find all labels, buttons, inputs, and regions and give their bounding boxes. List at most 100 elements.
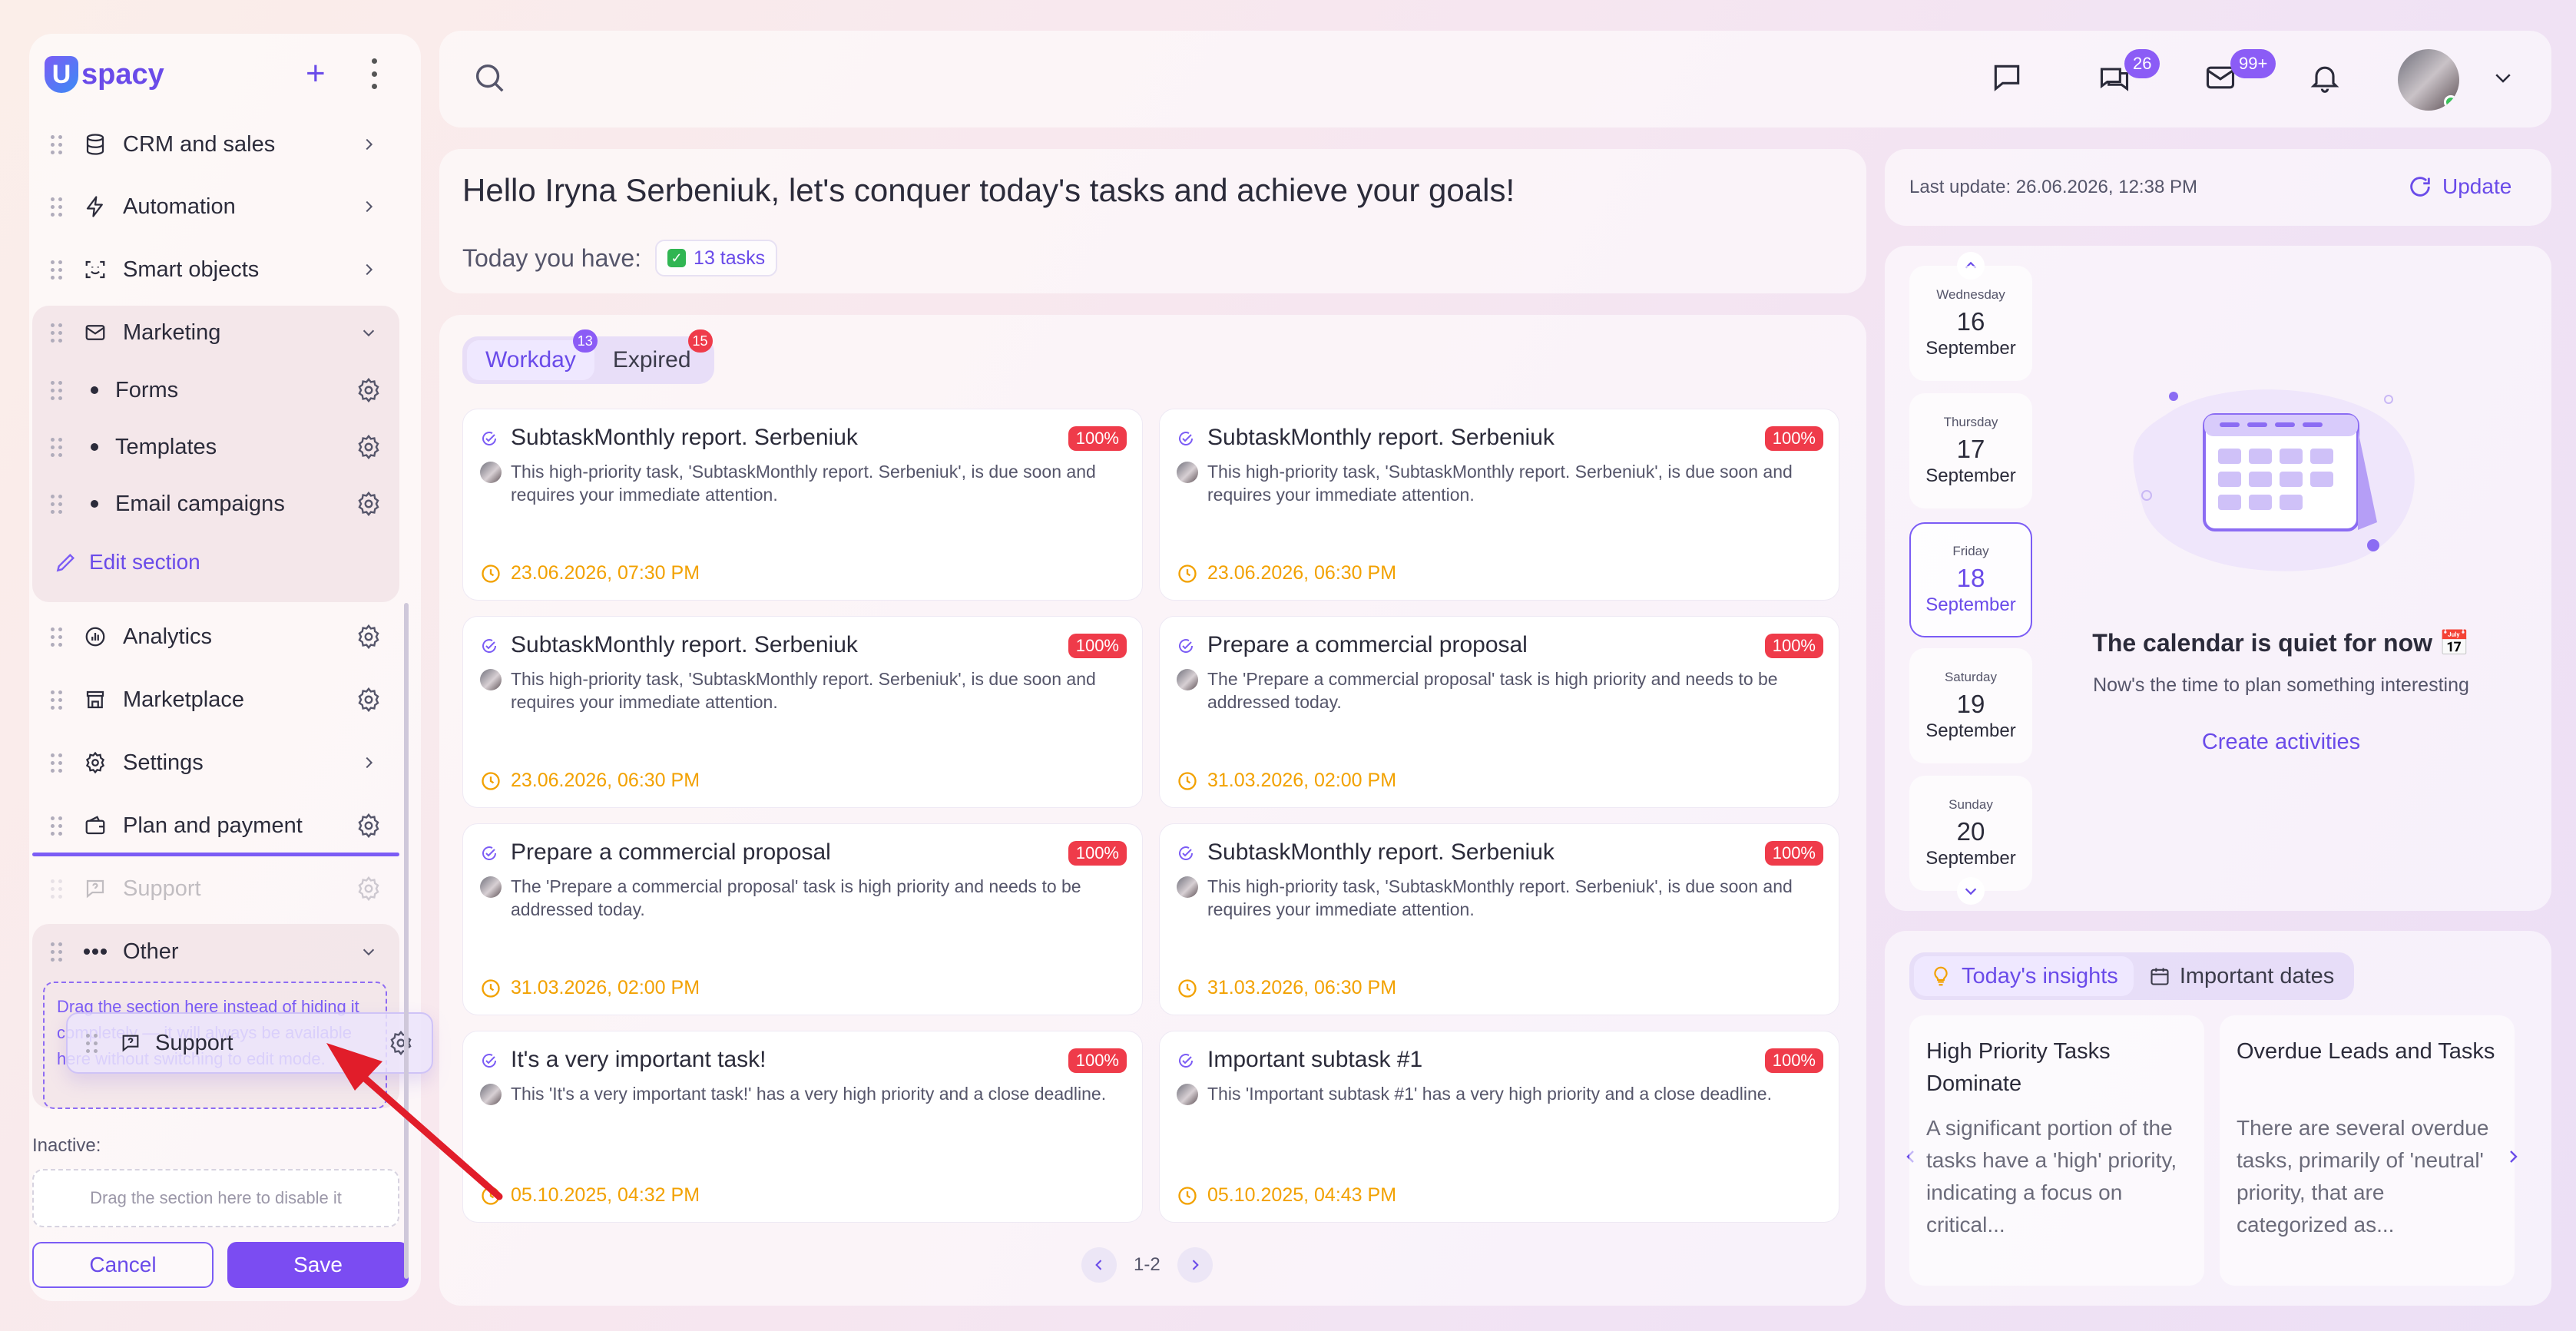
drag-handle-icon[interactable] (51, 753, 62, 773)
task-card[interactable]: It's a very important task! 100% This 'It'… (462, 1031, 1143, 1223)
gear-icon[interactable] (353, 377, 384, 403)
store-icon (81, 686, 109, 714)
pencil-icon (56, 553, 75, 572)
day-number: 19 (1956, 690, 1985, 718)
task-card[interactable]: SubtaskMonthly report. Serbeniuk 100% This… (462, 409, 1143, 601)
drag-handle-icon[interactable] (51, 197, 62, 217)
chevron-down-icon[interactable] (353, 324, 384, 341)
sidebar-scrollbar[interactable] (404, 603, 409, 1279)
gear-icon[interactable] (353, 687, 384, 713)
task-deadline-text: 23.06.2026, 06:30 PM (511, 770, 700, 791)
task-status-icon (480, 844, 498, 866)
tab-label: Expired (612, 347, 691, 372)
logo[interactable]: U spacy (45, 55, 164, 94)
save-button[interactable]: Save (227, 1242, 409, 1288)
calendar-empty-title: The calendar is quiet for now 📅 (2092, 629, 2470, 657)
create-activities-link[interactable]: Create activities (2028, 730, 2535, 755)
task-card[interactable]: SubtaskMonthly report. Serbeniuk 100% This… (1159, 823, 1839, 1015)
sidebar-item-label: Settings (123, 750, 204, 775)
drag-handle-icon[interactable] (51, 494, 62, 514)
sidebar-item-templates[interactable]: Templates (32, 416, 399, 478)
add-section-button[interactable]: + (306, 57, 326, 91)
calendar-day[interactable]: Thursday 17 September (1909, 393, 2032, 508)
chevron-right-icon[interactable] (353, 754, 384, 771)
inactive-dropzone[interactable]: Drag the section here to disable it (32, 1169, 399, 1227)
drag-handle-icon[interactable] (51, 380, 62, 400)
drag-handle-icon[interactable] (51, 323, 62, 343)
task-card[interactable]: Prepare a commercial proposal 100% The 'Pr… (1159, 616, 1839, 808)
task-description: This 'Important subtask #1' has a very h… (1207, 1084, 1772, 1104)
task-card[interactable]: Prepare a commercial proposal 100% The 'Pr… (462, 823, 1143, 1015)
chevron-down-icon[interactable] (1957, 877, 1985, 905)
gear-icon[interactable] (353, 491, 384, 517)
tab-important-dates[interactable]: Important dates (2134, 956, 2350, 996)
search-icon[interactable] (472, 60, 507, 99)
sidebar-item-other[interactable]: Other (32, 921, 399, 982)
lightning-icon (81, 193, 109, 220)
drag-handle-icon[interactable] (51, 942, 62, 962)
edit-section-link[interactable]: Edit section (54, 550, 200, 574)
next-page-button[interactable] (1177, 1247, 1213, 1283)
task-description: The 'Prepare a commercial proposal' task… (511, 876, 1081, 919)
prev-page-button[interactable] (1081, 1247, 1117, 1283)
gear-icon[interactable] (353, 434, 384, 460)
sidebar-item-email-campaigns[interactable]: Email campaigns (32, 473, 399, 535)
sidebar-item-analytics[interactable]: Analytics (32, 606, 399, 667)
task-title: Prepare a commercial proposal (511, 839, 831, 865)
cancel-button[interactable]: Cancel (32, 1242, 214, 1288)
sidebar-item-plan-and-payment[interactable]: Plan and payment (32, 795, 399, 856)
sidebar-item-automation[interactable]: Automation (32, 176, 399, 237)
bell-icon[interactable] (2306, 58, 2344, 97)
chevron-down-icon[interactable] (353, 943, 384, 960)
update-button[interactable]: Update (2407, 174, 2511, 200)
chevron-right-icon[interactable] (2498, 1141, 2528, 1172)
chevron-right-icon[interactable] (353, 261, 384, 278)
drag-handle-icon[interactable] (51, 816, 62, 836)
tab-expired[interactable]: Expired 15 (594, 329, 713, 380)
gear-icon[interactable] (386, 1030, 416, 1056)
help-chat-icon (81, 875, 109, 902)
tasks-count-chip[interactable]: ✓ 13 tasks (655, 240, 778, 276)
task-card[interactable]: SubtaskMonthly report. Serbeniuk 100% This… (1159, 409, 1839, 601)
task-title: It's a very important task! (511, 1047, 767, 1072)
more-options-icon[interactable] (369, 58, 379, 89)
gear-icon[interactable] (353, 813, 384, 839)
gear-icon[interactable] (353, 624, 384, 650)
chat-icon[interactable] (1988, 58, 2026, 97)
tab-badge: 15 (687, 329, 713, 353)
insight-card[interactable]: Overdue Leads and Tasks There are severa… (2220, 1015, 2515, 1286)
sidebar-item-marketing[interactable]: Marketing (32, 302, 399, 363)
scan-face-icon (81, 256, 109, 283)
task-card[interactable]: Important subtask #1 100% This 'Important … (1159, 1031, 1839, 1223)
task-progress-badge: 100% (1068, 634, 1127, 658)
task-progress-badge: 100% (1764, 1048, 1823, 1073)
calendar-day-selected[interactable]: Friday 18 September (1909, 522, 2032, 637)
sidebar-item-smart-objects[interactable]: Smart objects (32, 239, 399, 300)
calendar-day[interactable]: Wednesday 16 September (1909, 266, 2032, 381)
tab-workday[interactable]: Workday 13 (467, 329, 598, 380)
chevron-down-icon[interactable] (2492, 66, 2515, 93)
sidebar-item-crm[interactable]: CRM and sales (32, 114, 399, 175)
sidebar-item-forms[interactable]: Forms (32, 359, 399, 421)
insights-tabs: Today's insights Important dates (1909, 952, 2355, 1000)
drag-handle-icon[interactable] (51, 260, 62, 280)
clock-icon (1178, 978, 1197, 998)
sidebar-item-marketplace[interactable]: Marketplace (32, 669, 399, 730)
drag-handle-icon[interactable] (51, 437, 62, 457)
sidebar-item-settings[interactable]: Settings (32, 732, 399, 793)
avatar[interactable] (2398, 49, 2459, 111)
task-card[interactable]: SubtaskMonthly report. Serbeniuk 100% This… (462, 616, 1143, 808)
calendar-day[interactable]: Sunday 20 September (1909, 776, 2032, 891)
drag-handle-icon[interactable] (51, 627, 62, 647)
chevron-right-icon[interactable] (353, 136, 384, 153)
avatar (480, 1084, 502, 1105)
drag-handle-icon[interactable] (86, 1033, 98, 1053)
insight-card[interactable]: High Priority Tasks Dominate A significa… (1909, 1015, 2204, 1286)
chevron-right-icon[interactable] (353, 198, 384, 215)
dragging-support-item[interactable]: Support (66, 1012, 433, 1074)
drag-handle-icon[interactable] (51, 690, 62, 710)
tab-todays-insights[interactable]: Today's insights (1914, 956, 2134, 996)
calendar-day[interactable]: Saturday 19 September (1909, 648, 2032, 763)
drag-handle-icon[interactable] (51, 134, 62, 154)
task-deadline-text: 31.03.2026, 02:00 PM (511, 977, 700, 998)
